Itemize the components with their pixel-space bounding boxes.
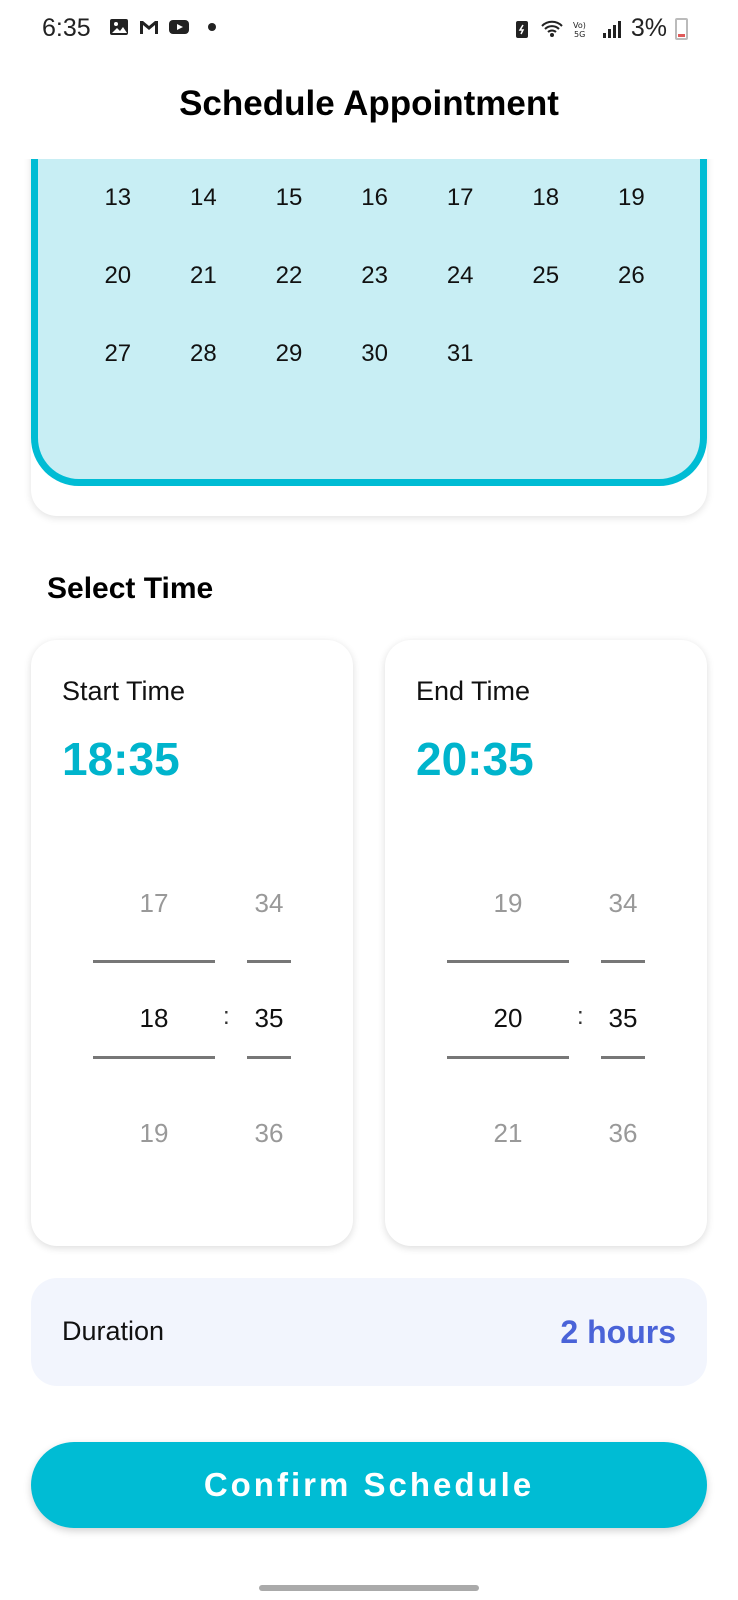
end-time-picker: 19 20 21 : 34 35 36 xyxy=(385,850,707,1210)
volte-5g-icon: Vo)5G xyxy=(573,21,586,39)
selected-minute[interactable]: 35 xyxy=(601,1003,645,1034)
battery-saver-icon xyxy=(515,20,528,38)
time-separator: : xyxy=(577,1003,584,1030)
end-hour-wheel[interactable]: 19 20 21 xyxy=(447,850,569,1210)
calendar-day[interactable]: 30 xyxy=(332,314,418,366)
calendar: 13 14 15 16 17 18 19 20 21 22 23 24 25 2… xyxy=(31,120,707,486)
hour-option[interactable]: 21 xyxy=(447,1118,569,1149)
select-time-heading: Select Time xyxy=(47,572,214,605)
calendar-day[interactable]: 23 xyxy=(332,236,418,288)
wifi-icon xyxy=(541,20,563,37)
calendar-day xyxy=(503,314,589,354)
notification-icons xyxy=(108,16,216,38)
hour-option[interactable]: 17 xyxy=(93,888,215,919)
calendar-day[interactable]: 26 xyxy=(589,236,675,288)
end-time-value: 20:35 xyxy=(416,733,534,785)
duration-label: Duration xyxy=(62,1316,165,1346)
selected-minute[interactable]: 35 xyxy=(247,1003,291,1034)
calendar-card: 13 14 15 16 17 18 19 20 21 22 23 24 25 2… xyxy=(31,120,707,516)
more-notifications-dot-icon xyxy=(208,23,216,31)
svg-text:5G: 5G xyxy=(574,30,585,39)
battery-icon xyxy=(675,17,688,40)
gmail-icon xyxy=(140,21,158,34)
duration-summary: Duration 2 hours xyxy=(31,1278,707,1386)
calendar-day[interactable]: 24 xyxy=(417,236,503,288)
start-minute-wheel[interactable]: 34 35 36 xyxy=(247,850,291,1210)
youtube-icon xyxy=(169,20,189,34)
calendar-day[interactable]: 22 xyxy=(246,236,332,288)
signal-icon xyxy=(602,20,621,38)
calendar-day[interactable]: 21 xyxy=(161,236,247,288)
page-title: Schedule Appointment xyxy=(179,84,559,123)
end-time-label: End Time xyxy=(416,676,531,706)
calendar-day[interactable]: 17 xyxy=(417,158,503,210)
calendar-day[interactable]: 18 xyxy=(503,158,589,210)
selected-hour[interactable]: 20 xyxy=(447,1003,569,1034)
start-time-value: 18:35 xyxy=(62,733,180,785)
start-hour-wheel[interactable]: 17 18 19 xyxy=(93,850,215,1210)
start-time-card: Start Time 18:35 17 18 19 : 34 35 36 xyxy=(31,640,353,1246)
status-bar: 6:35 Vo) 5G 3% xyxy=(0,0,738,58)
start-time-label: Start Time xyxy=(62,676,186,706)
wheel-divider xyxy=(247,1056,291,1059)
end-time-card: End Time 20:35 19 20 21 : 34 35 36 xyxy=(385,640,707,1246)
minute-option[interactable]: 34 xyxy=(601,888,645,919)
calendar-day[interactable]: 27 xyxy=(75,314,161,366)
home-indicator[interactable] xyxy=(259,1585,479,1591)
confirm-schedule-button[interactable]: Confirm Schedule xyxy=(31,1442,707,1528)
svg-text:Vo): Vo) xyxy=(573,21,586,30)
wheel-divider xyxy=(247,960,291,963)
calendar-day[interactable]: 14 xyxy=(161,158,247,210)
calendar-day[interactable]: 25 xyxy=(503,236,589,288)
hour-option[interactable]: 19 xyxy=(93,1118,215,1149)
minute-option[interactable]: 36 xyxy=(601,1118,645,1149)
selected-hour[interactable]: 18 xyxy=(93,1003,215,1034)
battery-percent: 3% xyxy=(630,14,667,42)
calendar-grid: 13 14 15 16 17 18 19 20 21 22 23 24 25 2… xyxy=(75,158,675,392)
calendar-day[interactable]: 13 xyxy=(75,158,161,210)
time-separator: : xyxy=(223,1003,230,1030)
calendar-day[interactable]: 20 xyxy=(75,236,161,288)
wheel-divider xyxy=(93,1056,215,1059)
minute-option[interactable]: 36 xyxy=(247,1118,291,1149)
minute-option[interactable]: 34 xyxy=(247,888,291,919)
calendar-week: 20 21 22 23 24 25 26 xyxy=(75,236,675,314)
hour-option[interactable]: 19 xyxy=(447,888,569,919)
calendar-day[interactable]: 19 xyxy=(589,158,675,210)
calendar-week: 13 14 15 16 17 18 19 xyxy=(75,158,675,236)
start-time-picker: 17 18 19 : 34 35 36 xyxy=(31,850,353,1210)
calendar-day[interactable]: 29 xyxy=(246,314,332,366)
system-icons: Vo) 5G 3% xyxy=(511,14,688,43)
calendar-week: 27 28 29 30 31 xyxy=(75,314,675,392)
gallery-icon xyxy=(110,19,128,35)
status-time: 6:35 xyxy=(42,14,91,42)
calendar-day[interactable]: 16 xyxy=(332,158,418,210)
wheel-divider xyxy=(93,960,215,963)
wheel-divider xyxy=(447,960,569,963)
calendar-day xyxy=(589,314,675,354)
wheel-divider xyxy=(601,1056,645,1059)
calendar-day[interactable]: 28 xyxy=(161,314,247,366)
wheel-divider xyxy=(601,960,645,963)
duration-value: 2 hours xyxy=(560,1314,676,1350)
wheel-divider xyxy=(447,1056,569,1059)
calendar-day[interactable]: 15 xyxy=(246,158,332,210)
calendar-day[interactable]: 31 xyxy=(417,314,503,366)
end-minute-wheel[interactable]: 34 35 36 xyxy=(601,850,645,1210)
